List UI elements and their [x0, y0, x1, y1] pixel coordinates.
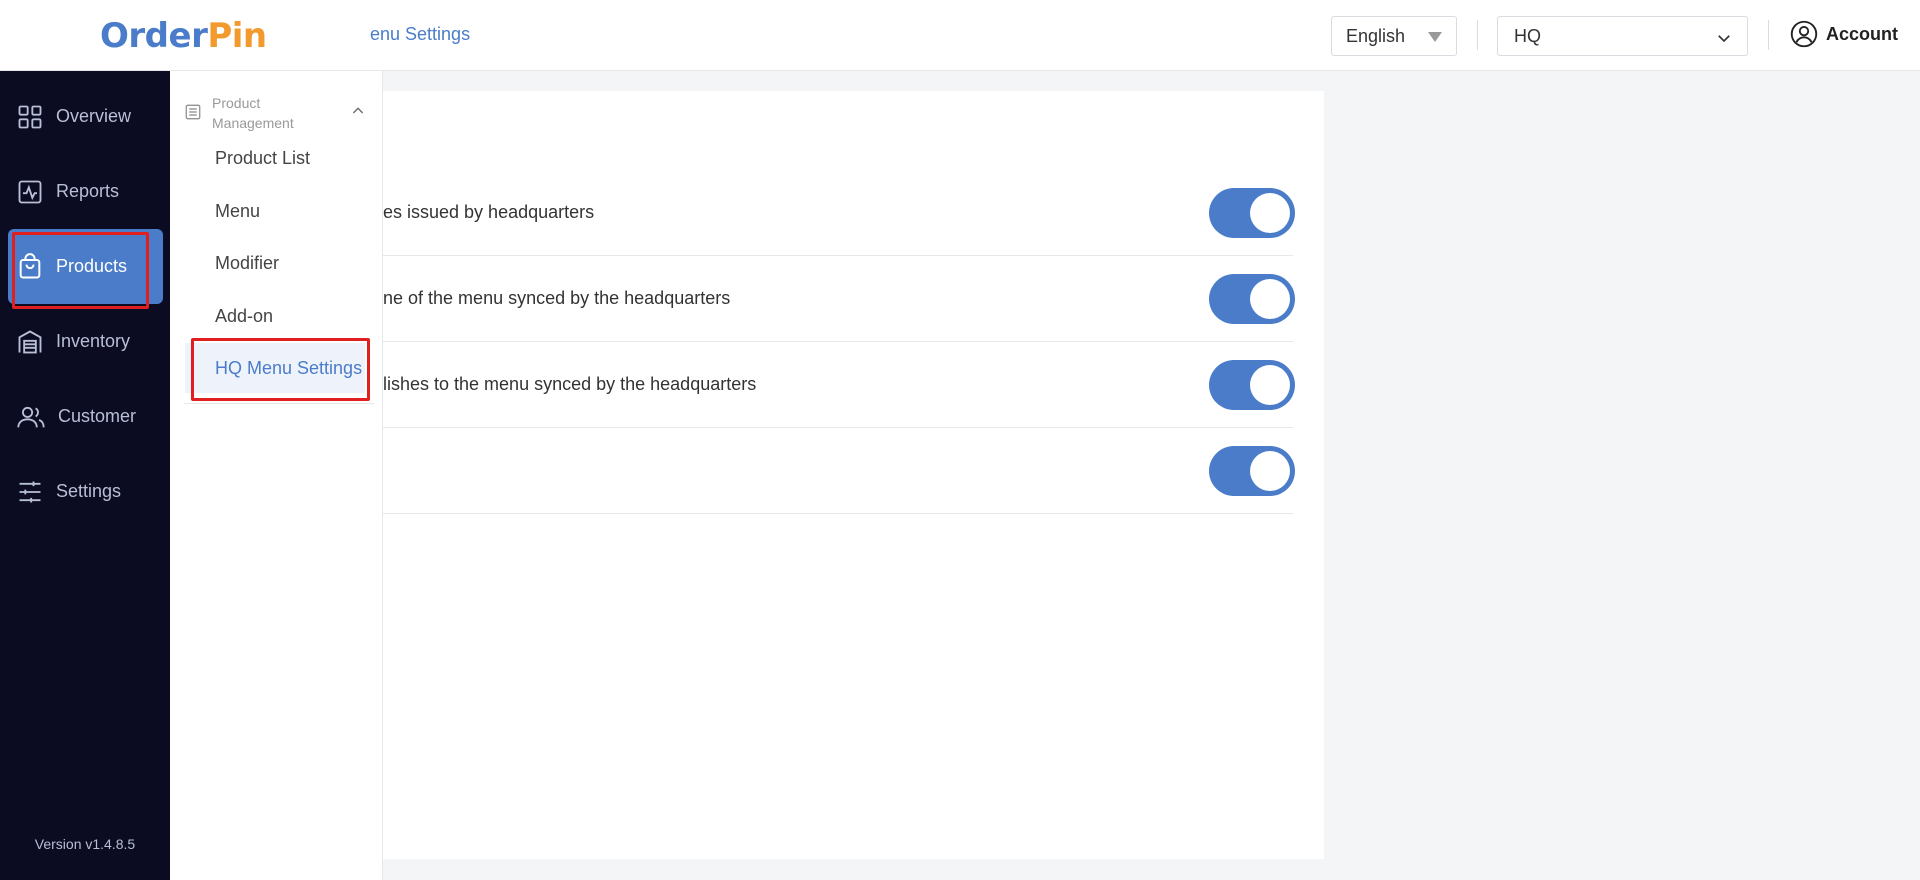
- sidebar-item-settings[interactable]: Settings: [8, 454, 163, 529]
- sidebar-item-customer[interactable]: Customer: [8, 379, 163, 454]
- caret-down-icon: [1428, 32, 1442, 42]
- chevron-up-icon: [352, 107, 364, 114]
- setting-row: es issued by headquarters: [383, 170, 1295, 256]
- sidebar-item-reports[interactable]: Reports: [8, 154, 163, 229]
- logo-text-order: Order: [100, 15, 208, 56]
- store-select[interactable]: HQ: [1497, 16, 1748, 56]
- sidebar-item-label: Products: [56, 256, 128, 276]
- logo-text-pin: Pin: [207, 15, 267, 56]
- setting-toggle[interactable]: [1209, 446, 1295, 496]
- users-icon: [17, 406, 45, 427]
- account-label: Account: [1826, 23, 1898, 44]
- submenu-item-label: Modifier: [215, 252, 280, 273]
- submenu-item-label: HQ Menu Settings: [215, 357, 363, 378]
- submenu-item-modifier[interactable]: Modifier: [185, 238, 365, 288]
- app-version: Version v1.4.8.5: [34, 836, 136, 852]
- setting-toggle[interactable]: [1209, 360, 1295, 410]
- sidebar-item-label: Inventory: [56, 331, 131, 351]
- submenu-divider: [184, 403, 374, 404]
- language-value: English: [1346, 25, 1406, 46]
- shopping-bag-icon: [19, 252, 41, 278]
- grid-icon: [18, 105, 42, 128]
- setting-label: es issued by headquarters: [383, 202, 595, 222]
- store-value: HQ: [1514, 25, 1541, 46]
- submenu-item-label: Menu: [215, 200, 261, 221]
- activity-icon: [18, 180, 42, 203]
- breadcrumb: enu Settings: [370, 24, 471, 44]
- sidebar-item-products[interactable]: Products: [8, 229, 163, 304]
- hq-menu-settings-card: es issued by headquarters ne of the menu…: [383, 91, 1324, 859]
- submenu-group-product-management[interactable]: Product Management: [184, 93, 372, 133]
- main-sidebar: Overview Reports Products Inventory Cust…: [0, 71, 170, 880]
- sidebar-item-label: Customer: [58, 406, 137, 426]
- submenu-item-label: Product List: [215, 147, 311, 168]
- setting-toggle[interactable]: [1209, 274, 1295, 324]
- app-logo[interactable]: OrderPin: [0, 0, 383, 71]
- toggle-knob: [1250, 193, 1290, 233]
- toggle-knob: [1250, 279, 1290, 319]
- list-icon: [185, 104, 201, 120]
- submenu-item-menu[interactable]: Menu: [185, 186, 365, 236]
- submenu-item-label: Add-on: [215, 305, 274, 326]
- toggle-knob: [1250, 365, 1290, 405]
- sidebar-item-overview[interactable]: Overview: [8, 79, 163, 154]
- submenu-group-label-line1: Product: [212, 95, 261, 111]
- setting-label: ne of the menu synced by the headquarter…: [383, 288, 731, 308]
- header-divider: [1477, 20, 1478, 50]
- setting-row: lishes to the menu synced by the headqua…: [383, 342, 1295, 428]
- products-submenu: Product Management Product List Menu Mod…: [170, 71, 383, 880]
- submenu-item-hq-menu-settings[interactable]: HQ Menu Settings: [185, 343, 365, 393]
- user-circle-icon: [1790, 20, 1818, 48]
- sidebar-item-label: Overview: [56, 106, 132, 126]
- setting-label: lishes to the menu synced by the headqua…: [383, 374, 757, 394]
- top-header: OrderPin enu Settings English HQ Account: [0, 0, 1920, 71]
- setting-row: ne of the menu synced by the headquarter…: [383, 256, 1295, 342]
- submenu-item-add-on[interactable]: Add-on: [185, 291, 365, 341]
- sidebar-item-inventory[interactable]: Inventory: [8, 304, 163, 379]
- warehouse-icon: [18, 329, 42, 353]
- sidebar-item-label: Reports: [56, 181, 120, 201]
- header-divider: [1768, 20, 1769, 50]
- language-select[interactable]: English: [1331, 16, 1457, 56]
- submenu-group-label-line2: Management: [212, 115, 294, 131]
- sidebar-item-label: Settings: [56, 481, 122, 501]
- toggle-knob: [1250, 451, 1290, 491]
- sliders-icon: [19, 481, 41, 502]
- setting-toggle[interactable]: [1209, 188, 1295, 238]
- chevron-down-icon: [1718, 35, 1730, 43]
- submenu-item-product-list[interactable]: Product List: [185, 133, 365, 183]
- account-menu[interactable]: Account: [1790, 20, 1898, 48]
- setting-row: [383, 428, 1295, 514]
